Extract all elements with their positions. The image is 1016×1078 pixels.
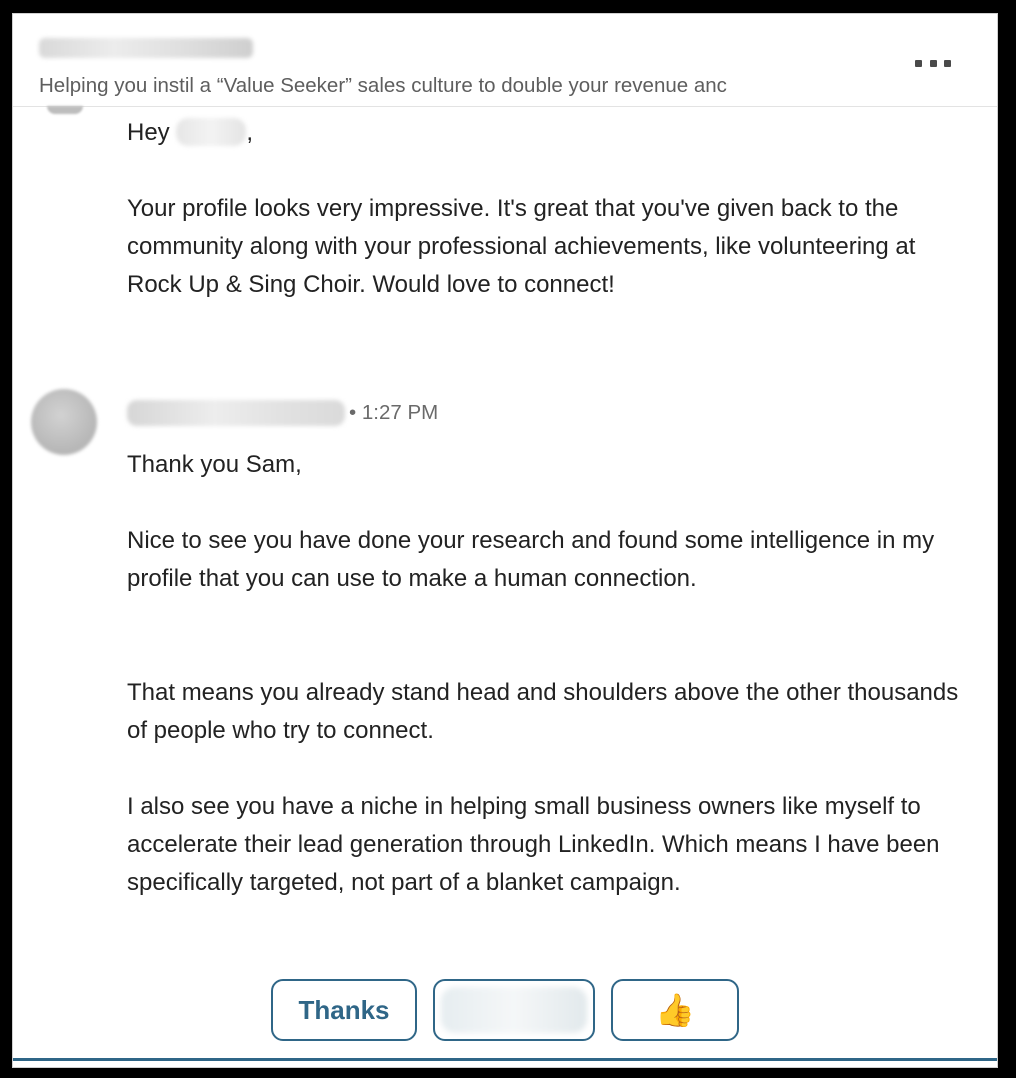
message-timestamp: • 1:27 PM xyxy=(349,401,439,424)
sender-avatar xyxy=(47,106,83,114)
reply-paragraph: Nice to see you have done your research … xyxy=(127,527,935,592)
recipient-name-redacted xyxy=(176,118,247,146)
reply-paragraph: That means you already stand head and sh… xyxy=(127,679,959,744)
contact-name-redacted xyxy=(39,38,253,58)
first-message-greeting: Hey , xyxy=(127,118,254,146)
contact-sender-name-redacted[interactable] xyxy=(127,400,345,426)
quick-replies: Thanks 👍 xyxy=(271,979,739,1041)
contact-avatar[interactable] xyxy=(31,389,97,455)
reply-paragraph: I also see you have a niche in helping s… xyxy=(127,793,940,896)
more-options-icon[interactable] xyxy=(915,56,951,70)
thumbs-up-icon: 👍 xyxy=(655,991,695,1029)
quick-reply-thumbs-up[interactable]: 👍 xyxy=(611,979,739,1041)
first-message-body: Your profile looks very impressive. It's… xyxy=(127,195,916,298)
quick-reply-redacted[interactable] xyxy=(433,979,595,1041)
quick-reply-thanks[interactable]: Thanks xyxy=(271,979,417,1041)
reply-paragraph: Thank you Sam, xyxy=(127,451,302,478)
conversation-panel: Helping you instil a “Value Seeker” sale… xyxy=(12,13,998,1068)
conversation-header: Helping you instil a “Value Seeker” sale… xyxy=(13,14,997,107)
composer-divider xyxy=(13,1058,997,1061)
contact-headline: Helping you instil a “Value Seeker” sale… xyxy=(39,74,727,97)
